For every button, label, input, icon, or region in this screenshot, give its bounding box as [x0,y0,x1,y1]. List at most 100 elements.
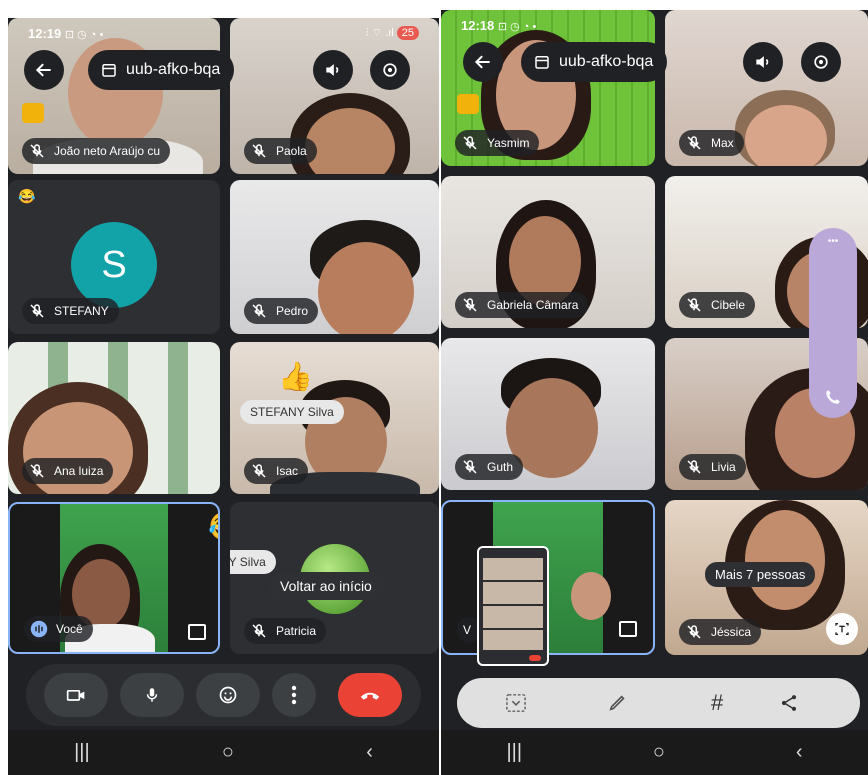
mic-off-icon [30,304,44,318]
arrow-left-icon [35,63,51,77]
back-button[interactable] [463,42,503,82]
recent-apps-icon[interactable]: ||| [74,741,90,764]
status-bar-time: 12:19 ⊡ ◷ ◔ • [28,26,104,41]
participant-name-tag: Gabriela Câmara [455,292,589,318]
calendar-icon [535,56,549,69]
participant-tile[interactable]: Pedro [230,180,439,334]
mic-off-icon [30,464,44,478]
mic-off-icon [252,304,266,318]
participant-name: Patricia [276,624,317,638]
participant-name: Você [56,622,83,636]
participant-name-tag: Isac [244,458,309,484]
more-options-button[interactable] [272,673,316,717]
right-phone-screen: Yasmim Max 12:18 ⊡ ◷ ◔ • uub-afko-bqa Ga… [441,10,868,775]
back-nav-icon[interactable]: ‹ [796,741,803,764]
switch-camera-icon [383,63,397,77]
avatar: S [71,222,157,308]
microphone-icon [146,688,158,702]
home-icon[interactable]: ○ [653,741,665,764]
meeting-code-chip[interactable]: uub-afko-bqa [521,42,668,82]
camera-toggle-button[interactable] [44,673,108,717]
share-icon[interactable] [779,693,799,713]
back-button[interactable] [24,50,64,90]
participant-tile[interactable]: 😂 S STEFANY [8,180,220,334]
share-screen-icon[interactable] [619,621,637,637]
end-call-button[interactable] [338,673,402,717]
switch-camera-button[interactable] [370,50,410,90]
call-controls-bar [26,664,421,726]
mic-off-icon [687,136,701,150]
participant-name-tag: Yasmim [455,130,540,156]
recent-apps-icon[interactable]: ||| [506,741,522,764]
share-screen-icon[interactable] [188,624,206,640]
participant-tile[interactable]: Gabriela Câmara [441,176,655,328]
thumbnail-end-call [529,655,541,661]
switch-camera-button[interactable] [801,42,841,82]
hashtag-icon[interactable]: # [711,690,723,716]
speaker-icon [326,64,339,76]
participant-tile[interactable]: Ana luiza [8,342,220,494]
participant-face [745,510,825,610]
screenshot-toolbar: # [457,678,860,728]
participant-tile[interactable]: Mais 7 pessoas Jéssica [665,500,868,655]
participant-name-tag: Pedro [244,298,319,324]
reaction-emoji: 😂 [18,188,36,204]
reactions-button[interactable] [196,673,260,717]
participant-tile[interactable]: Guth [441,338,655,490]
mic-off-icon [463,298,477,312]
edit-icon[interactable] [607,693,629,713]
participant-tile[interactable]: STEFANY Silva Voltar ao início Patricia [230,502,439,654]
self-view-tile[interactable]: 😂 Você [8,502,220,654]
scroll-capture-icon[interactable] [505,693,527,713]
mic-toggle-button[interactable] [120,673,184,717]
participant-name: Guth [487,460,514,474]
back-nav-icon[interactable]: ‹ [366,741,373,764]
arrow-left-icon [474,55,490,69]
status-bar-right: ⫶ ⌔ .ıl 25 [366,26,419,40]
hang-up-icon [360,692,380,700]
participant-name-tag: Você [24,616,93,642]
return-home-button[interactable]: Voltar ao início [268,572,384,600]
participant-name-tag: STEFANY [22,298,119,324]
participant-name: Jéssica [711,625,752,639]
participant-name: Ana luiza [54,464,104,478]
floating-side-panel[interactable]: ••• [809,228,857,418]
phone-icon[interactable] [824,388,842,406]
participant-name: Paola [276,144,307,158]
participant-tile[interactable]: 👍 STEFANY Silva Isac [230,342,439,494]
system-nav-bar: ||| ○ ‹ [8,730,439,775]
avatar-letter: S [101,243,127,286]
mic-off-icon [687,625,701,639]
panel-more-icon[interactable]: ••• [809,236,857,247]
screenshot-preview-thumbnail[interactable] [477,546,549,666]
meeting-code-chip[interactable]: uub-afko-bqa [88,50,235,90]
video-camera-icon [66,690,85,701]
more-vertical-icon [291,685,297,705]
speaker-button[interactable] [313,50,353,90]
top-bar: 12:18 ⊡ ◷ ◔ • uub-afko-bqa [441,10,868,100]
home-icon[interactable]: ○ [222,741,234,764]
mic-off-icon [463,460,477,474]
switch-camera-icon [814,55,828,69]
mic-off-icon [687,460,701,474]
participant-name-tag: Livia [679,454,746,480]
participant-name: Max [711,136,734,150]
reaction-emoji: 😂 [208,510,218,543]
meeting-code: uub-afko-bqa [126,61,221,78]
left-phone-screen: João neto Araújo cu Paola 12:19 ⊡ ◷ ◔ • … [8,18,439,775]
reaction-label: STEFANY Silva [240,400,344,424]
more-people-chip[interactable]: Mais 7 pessoas [705,562,816,587]
mic-off-icon [252,624,266,638]
smiley-icon [219,686,237,704]
system-nav-bar: ||| ○ ‹ [441,730,868,775]
participant-name-tag: Max [679,130,744,156]
reaction-label: STEFANY Silva [230,550,276,574]
captions-button[interactable] [826,613,858,645]
speaker-button[interactable] [743,42,783,82]
participant-name: Isac [276,464,299,478]
status-icons: ⊡ ◷ ◔ • [497,21,537,33]
mic-off-icon [463,136,477,150]
participant-name: V [463,623,472,637]
participant-name: Livia [711,460,736,474]
mic-off-icon [687,298,701,312]
